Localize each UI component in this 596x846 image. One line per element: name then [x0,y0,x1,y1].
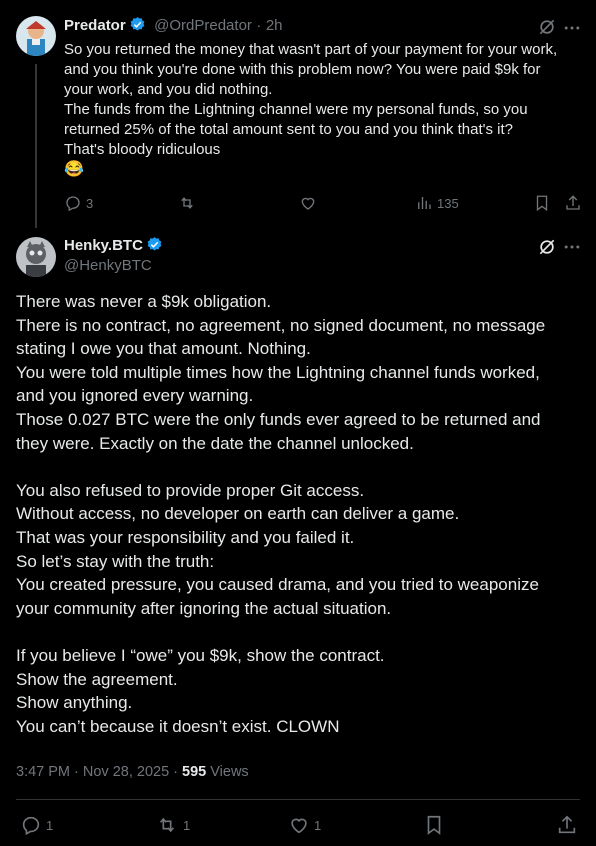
divider [16,799,580,800]
reply-separator: · [256,17,262,34]
repost-button[interactable]: 1 [155,814,190,836]
tweet-line: your community after ignoring the actual… [16,598,392,618]
bookmark-button[interactable] [423,814,445,836]
repost-count: 1 [183,817,191,833]
tweet-line: You were told multiple times how the Lig… [16,362,540,382]
main-author-name[interactable]: Henky.BTC [64,237,143,254]
like-icon [299,194,317,212]
tweet-line: Show anything. [16,693,133,713]
tweet-line: You also refused to provide proper Git a… [16,480,365,500]
tweet-line: stating I owe you that amount. Nothing. [16,339,311,359]
share-button[interactable] [556,814,578,836]
tweet-line: Show the agreement. [16,669,178,689]
bookmark-icon [423,814,445,836]
reply-line: So you returned the money that wasn't pa… [64,41,558,58]
like-button[interactable]: 1 [288,814,321,836]
bookmark-icon [533,194,551,212]
main-author-handle[interactable]: @HenkyBTC [64,257,152,274]
tweet-line: There was never a $9k obligation. [16,292,272,311]
share-icon [556,814,578,836]
predator-avatar[interactable] [16,16,56,56]
henky-avatar[interactable] [16,237,56,277]
more-icon[interactable] [562,18,582,38]
laughing-emoji: 😂 [64,161,84,178]
views-label: Views [206,764,249,780]
reply-icon [64,194,82,212]
grok-icon[interactable] [537,237,557,257]
reply-like-button[interactable] [299,194,317,212]
verified-icon [129,16,146,33]
reply-line: returned 25% of the total amount sent to… [64,121,513,138]
tweet-timestamp[interactable]: 3:47 PM · Nov 28, 2025 · [16,764,182,780]
reply-share-button[interactable] [564,194,582,212]
tweet-meta: 3:47 PM · Nov 28, 2025 · 595 Views [16,764,249,780]
reply-line: The funds from the Lightning channel wer… [64,101,528,118]
tweet-line: That was your responsibility and you fai… [16,527,355,547]
repost-icon [155,814,179,836]
reply-views-count: 135 [437,195,459,211]
more-icon[interactable] [562,237,582,257]
verified-icon [146,236,163,253]
tweet-line: Without access, no developer on earth ca… [16,504,460,524]
main-author-block: Henky.BTC [64,236,163,255]
share-icon [564,194,582,212]
reply-line: That's bloody ridiculous [64,141,221,158]
reply-bookmark-button[interactable] [533,194,551,212]
reply-line: and you think you're done with this prob… [64,61,541,78]
like-count: 1 [314,817,322,833]
views-icon [415,194,433,212]
tweet-line: If you believe I “owe” you $9k, show the… [16,645,385,665]
tweet-line: Those 0.027 BTC were the only funds ever… [16,409,541,429]
reply-line: your work, and you did nothing. [64,81,273,98]
reply-repost-button[interactable] [177,194,197,212]
reply-reply-button[interactable]: 3 [64,194,93,212]
reply-time[interactable]: 2h [266,17,283,34]
reply-author-handle[interactable]: @OrdPredator [154,17,252,34]
reply-icon [20,814,42,836]
tweet-line: they were. Exactly on the date the chann… [16,433,414,453]
tweet-line: There is no contract, no agreement, no s… [16,315,546,335]
thread-connector-line [35,64,37,228]
reply-header: Predator @OrdPredator · 2h [64,16,283,35]
repost-icon [177,194,197,212]
main-tweet-body: There was never a $9k obligation. There … [16,290,580,738]
views-count: 595 [182,764,207,780]
tweet-line: You can’t because it doesn’t exist. CLOW… [16,716,340,736]
reply-button[interactable]: 1 [20,814,53,836]
reply-body: So you returned the money that wasn't pa… [64,40,584,180]
grok-icon[interactable] [537,17,557,37]
reply-count: 1 [46,817,54,833]
reply-author-name[interactable]: Predator [64,17,126,34]
reply-reply-count: 3 [86,195,94,211]
like-icon [288,814,310,836]
tweet-line: and you ignored every warning. [16,386,254,406]
tweet-line: You created pressure, you caused drama, … [16,575,539,595]
tweet-line: So let’s stay with the truth: [16,551,215,571]
reply-views-button[interactable]: 135 [415,194,459,212]
